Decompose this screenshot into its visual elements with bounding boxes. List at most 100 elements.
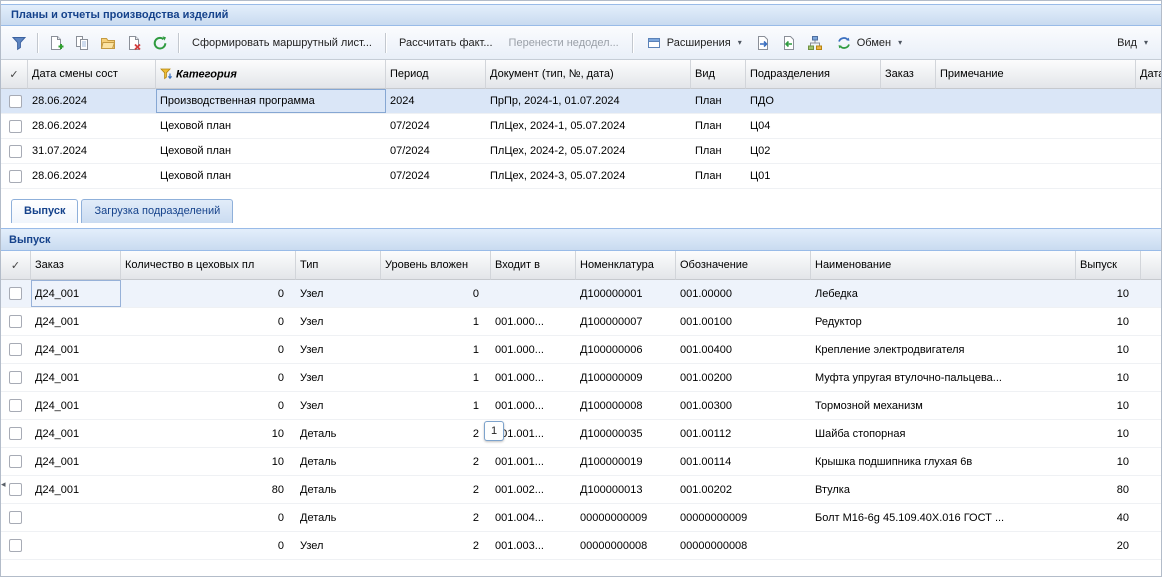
cell[interactable] bbox=[936, 89, 1136, 114]
cell[interactable]: 0 bbox=[121, 280, 296, 308]
table-row[interactable]: Д24_00180Деталь2001.002...Д100000013001.… bbox=[1, 476, 1162, 504]
cell[interactable] bbox=[1136, 164, 1162, 189]
cell[interactable] bbox=[1136, 139, 1162, 164]
cell[interactable]: Цеховой план bbox=[156, 164, 386, 189]
cell[interactable]: 10 bbox=[1076, 448, 1141, 476]
cell[interactable]: Д24_001 bbox=[31, 420, 121, 448]
table-row[interactable]: Д24_0010Узел0Д100000001001.00000Лебедка1… bbox=[1, 280, 1162, 308]
cell[interactable]: Д24_001 bbox=[31, 448, 121, 476]
calc-fact-button[interactable]: Рассчитать факт... bbox=[392, 31, 500, 55]
cell[interactable]: Д24_001 bbox=[31, 336, 121, 364]
row-checkbox[interactable] bbox=[9, 427, 22, 440]
row-checkbox[interactable] bbox=[9, 170, 22, 183]
cell[interactable]: Д100000009 bbox=[576, 364, 676, 392]
cell[interactable]: Д100000007 bbox=[576, 308, 676, 336]
cell[interactable]: 80 bbox=[1076, 476, 1141, 504]
cell[interactable]: 001.00200 bbox=[676, 364, 811, 392]
column-header[interactable]: Тип bbox=[296, 251, 381, 280]
cell[interactable]: 31.07.2024 bbox=[28, 139, 156, 164]
cell[interactable]: 001.000... bbox=[491, 364, 576, 392]
cell[interactable]: 80 bbox=[121, 476, 296, 504]
splitter-collapse-icon[interactable]: ◂ bbox=[1, 469, 9, 499]
column-header[interactable]: Вид bbox=[691, 60, 746, 89]
cell[interactable]: Деталь bbox=[296, 504, 381, 532]
cell[interactable]: План bbox=[691, 139, 746, 164]
cell[interactable]: Производственная программа bbox=[156, 89, 386, 114]
cell[interactable]: 20 bbox=[1076, 532, 1141, 560]
cell[interactable]: Крепление электродвигателя bbox=[811, 336, 1076, 364]
cell[interactable]: Узел bbox=[296, 336, 381, 364]
table-row[interactable]: 28.06.2024Цеховой план07/2024ПлЦех, 2024… bbox=[1, 164, 1162, 189]
cell[interactable]: 0 bbox=[121, 392, 296, 420]
cell[interactable]: Д100000006 bbox=[576, 336, 676, 364]
table-row[interactable]: Д24_0010Узел1001.000...Д100000007001.001… bbox=[1, 308, 1162, 336]
cell[interactable] bbox=[881, 139, 936, 164]
cell[interactable]: План bbox=[691, 89, 746, 114]
cell[interactable]: 1 bbox=[381, 392, 491, 420]
exchange-button[interactable]: Обмен ▾ bbox=[829, 31, 909, 55]
cell[interactable]: Деталь bbox=[296, 476, 381, 504]
cell[interactable]: 00000000009 bbox=[676, 504, 811, 532]
cell[interactable]: 001.00400 bbox=[676, 336, 811, 364]
cell[interactable]: 2 bbox=[381, 420, 491, 448]
structure-button[interactable] bbox=[803, 31, 827, 55]
table-row[interactable]: 31.07.2024Цеховой план07/2024ПлЦех, 2024… bbox=[1, 139, 1162, 164]
extensions-button[interactable]: Расширения ▾ bbox=[639, 31, 749, 55]
column-header[interactable]: Выпуск bbox=[1076, 251, 1141, 280]
cell[interactable]: 00000000009 bbox=[576, 504, 676, 532]
export-button[interactable] bbox=[751, 31, 775, 55]
row-checkbox[interactable] bbox=[9, 95, 22, 108]
cell[interactable]: Ц02 bbox=[746, 139, 881, 164]
cell[interactable] bbox=[881, 89, 936, 114]
cell[interactable]: 001.000... bbox=[491, 336, 576, 364]
cell[interactable]: 001.003... bbox=[491, 532, 576, 560]
cell[interactable]: 0 bbox=[121, 336, 296, 364]
cell[interactable]: ПлЦех, 2024-1, 05.07.2024 bbox=[486, 114, 691, 139]
column-header[interactable]: Заказ bbox=[31, 251, 121, 280]
copy-document-button[interactable] bbox=[70, 31, 94, 55]
cell[interactable]: 1 bbox=[381, 308, 491, 336]
cell[interactable]: 001.00202 bbox=[676, 476, 811, 504]
table-row[interactable]: 0Узел2001.003...000000000080000000000820 bbox=[1, 532, 1162, 560]
cell[interactable]: Д24_001 bbox=[31, 476, 121, 504]
column-header[interactable]: Дата смены сост bbox=[28, 60, 156, 89]
column-header[interactable]: Номенклатура bbox=[576, 251, 676, 280]
cell[interactable]: 28.06.2024 bbox=[28, 89, 156, 114]
column-header[interactable]: Входит в bbox=[491, 251, 576, 280]
table-row[interactable]: 0Деталь2001.004...0000000000900000000009… bbox=[1, 504, 1162, 532]
cell[interactable]: 001.002... bbox=[491, 476, 576, 504]
cell[interactable]: Тормозной механизм bbox=[811, 392, 1076, 420]
cell[interactable]: 001.00114 bbox=[676, 448, 811, 476]
cell[interactable]: 001.00300 bbox=[676, 392, 811, 420]
cell[interactable]: Деталь bbox=[296, 420, 381, 448]
cell[interactable]: Деталь bbox=[296, 448, 381, 476]
column-header[interactable]: Количество в цеховых пл bbox=[121, 251, 296, 280]
cell[interactable]: Д24_001 bbox=[31, 308, 121, 336]
column-header[interactable]: Наименование bbox=[811, 251, 1076, 280]
filter-button[interactable] bbox=[7, 31, 31, 55]
cell[interactable]: Втулка bbox=[811, 476, 1076, 504]
cell[interactable]: Шайба стопорная bbox=[811, 420, 1076, 448]
select-all-header[interactable]: ✓ bbox=[1, 60, 28, 89]
cell[interactable]: 001.000... bbox=[491, 392, 576, 420]
import-button[interactable] bbox=[777, 31, 801, 55]
row-checkbox[interactable] bbox=[9, 455, 22, 468]
row-checkbox[interactable] bbox=[9, 483, 22, 496]
cell[interactable]: 001.001... bbox=[491, 448, 576, 476]
cell[interactable]: Муфта упругая втулочно-пальцева... bbox=[811, 364, 1076, 392]
cell[interactable]: 10 bbox=[1076, 280, 1141, 308]
cell[interactable]: Узел bbox=[296, 364, 381, 392]
open-folder-button[interactable] bbox=[96, 31, 120, 55]
cell[interactable]: Болт М16-6g 45.109.40Х.016 ГОСТ ... bbox=[811, 504, 1076, 532]
cell[interactable] bbox=[31, 532, 121, 560]
cell[interactable]: Д100000013 bbox=[576, 476, 676, 504]
row-checkbox[interactable] bbox=[9, 315, 22, 328]
column-header[interactable]: Документ (тип, №, дата) bbox=[486, 60, 691, 89]
cell[interactable]: 001.00000 bbox=[676, 280, 811, 308]
cell[interactable] bbox=[1136, 114, 1162, 139]
cell[interactable] bbox=[936, 139, 1136, 164]
cell[interactable]: 10 bbox=[1076, 364, 1141, 392]
column-header[interactable]: Категория bbox=[156, 60, 386, 89]
cell[interactable]: 001.00100 bbox=[676, 308, 811, 336]
row-checkbox[interactable] bbox=[9, 120, 22, 133]
